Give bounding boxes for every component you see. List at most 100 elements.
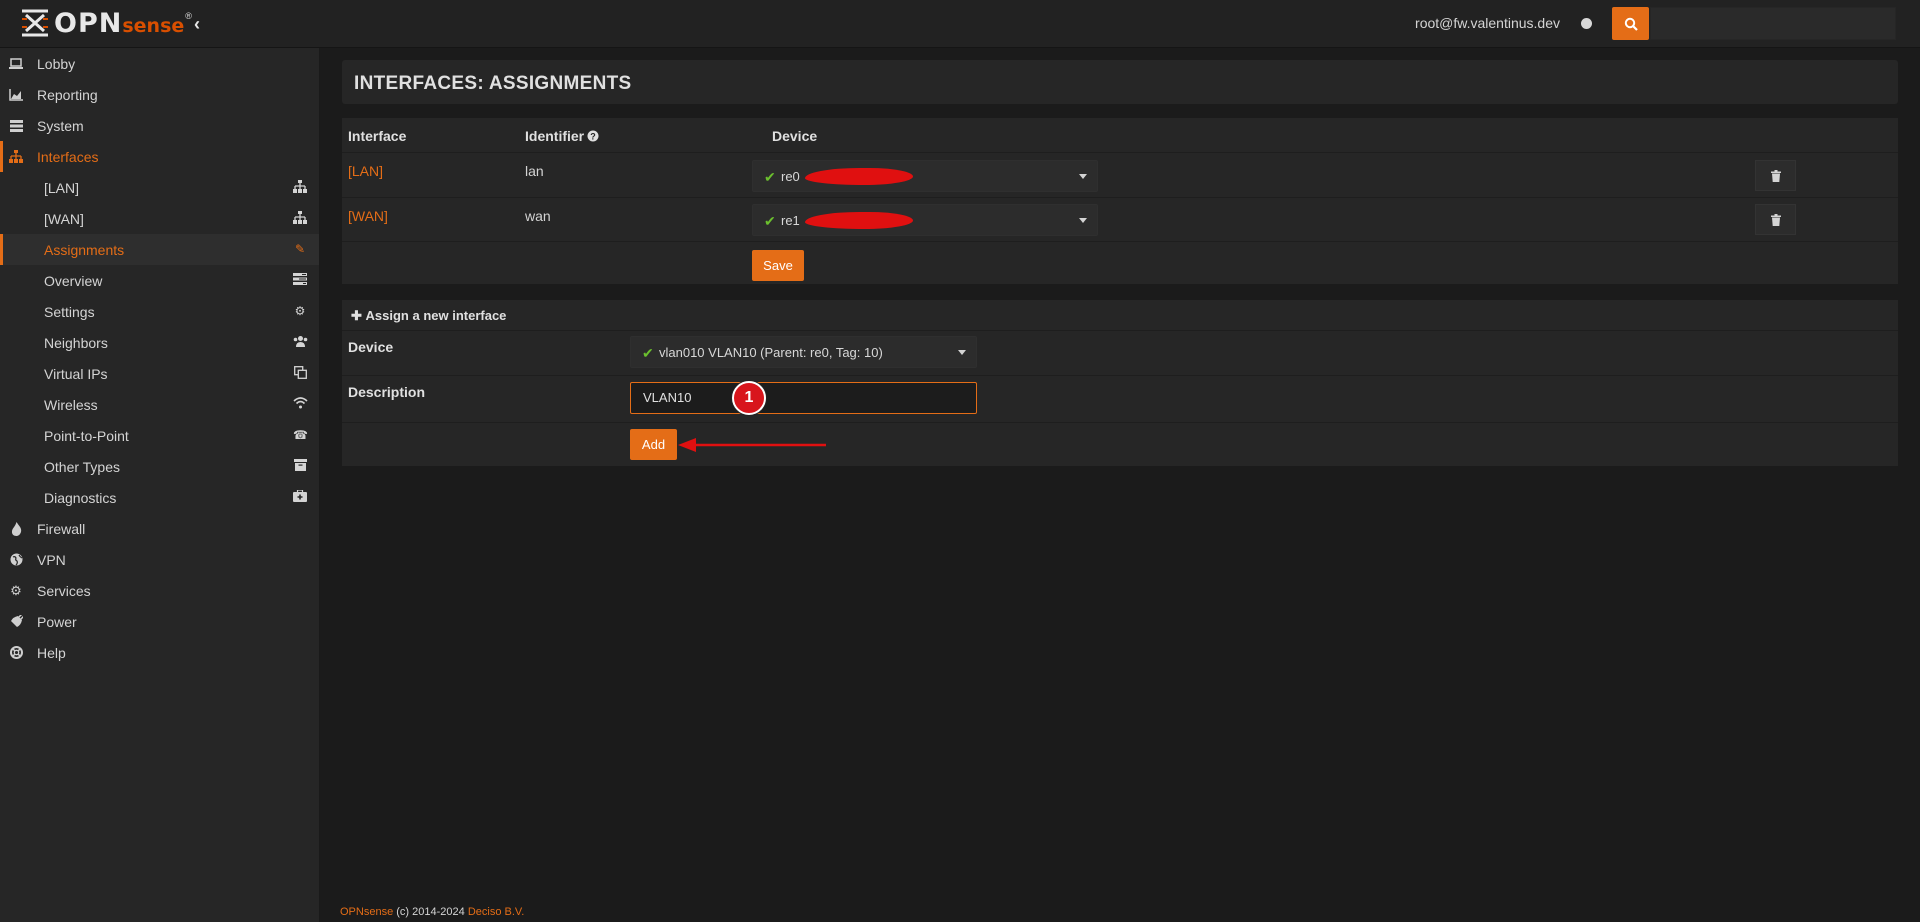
sidebar: Lobby Reporting System Interfaces [LAN] … — [0, 48, 320, 922]
delete-button[interactable] — [1755, 160, 1796, 191]
description-label: Description — [348, 384, 426, 400]
area-chart-icon — [8, 88, 24, 101]
sidebar-item-label: Reporting — [37, 86, 98, 103]
sidebar-subitem-diagnostics[interactable]: Diagnostics — [0, 482, 319, 513]
assign-new-interface-panel: ✚ Assign a new interface Device ✔ vlan01… — [342, 300, 1898, 466]
assignments-table: Interface Identifier ? Device [LAN] lan … — [342, 118, 1898, 284]
sitemap-icon — [293, 211, 307, 227]
sidebar-subitem-wan[interactable]: [WAN] — [0, 203, 319, 234]
laptop-icon — [8, 58, 24, 69]
divider — [342, 375, 1898, 376]
device-select-value: re1 — [781, 213, 800, 228]
identifier-cell: wan — [525, 208, 551, 224]
footer-company-link[interactable]: Deciso B.V. — [468, 906, 524, 918]
chevron-left-icon: ‹ — [194, 14, 200, 34]
caret-down-icon — [958, 350, 966, 355]
opnsense-logo[interactable]: OPN sense ® — [20, 7, 192, 39]
save-button[interactable]: Save — [752, 250, 804, 281]
table-row: Save — [342, 241, 1898, 285]
question-circle-icon[interactable]: ? — [587, 130, 599, 142]
sidebar-subitem-other-types[interactable]: Other Types — [0, 451, 319, 482]
sidebar-item-vpn[interactable]: VPN — [0, 544, 319, 575]
sidebar-subitem-label: Other Types — [44, 458, 121, 475]
logo-subtext: sense — [122, 15, 185, 37]
sitemap-icon — [8, 150, 24, 163]
page-header: INTERFACES: ASSIGNMENTS — [342, 60, 1898, 104]
logo-registered: ® — [185, 11, 192, 21]
sidebar-item-services[interactable]: ⚙ Services — [0, 575, 319, 606]
sidebar-subitem-label: Assignments — [44, 241, 125, 258]
logo-text: OPN — [54, 7, 123, 39]
top-navbar: OPN sense ® ‹ root@fw.valentinus.dev — [0, 0, 1920, 48]
interface-link-lan[interactable]: [LAN] — [348, 163, 383, 179]
sidebar-subitem-lan[interactable]: [LAN] — [0, 172, 319, 203]
sidebar-subitem-point-to-point[interactable]: Point-to-Point ☎ — [0, 420, 319, 451]
globe-icon — [8, 553, 24, 566]
sidebar-subitem-label: Settings — [44, 303, 95, 320]
medkit-icon — [293, 489, 307, 505]
sidebar-item-system[interactable]: System — [0, 110, 319, 141]
fire-icon — [8, 521, 24, 536]
search-button[interactable] — [1612, 7, 1649, 40]
archive-icon — [293, 459, 307, 474]
page-title: INTERFACES: ASSIGNMENTS — [354, 73, 632, 94]
life-ring-icon — [8, 646, 24, 659]
trash-icon — [1770, 169, 1781, 182]
sidebar-subitem-label: [WAN] — [44, 210, 84, 227]
sidebar-item-label: Interfaces — [37, 148, 99, 165]
sidebar-item-reporting[interactable]: Reporting — [0, 79, 319, 110]
footer-copyright: (c) 2014-2024 — [396, 906, 465, 918]
plug-icon — [8, 615, 24, 628]
sitemap-icon — [293, 180, 307, 196]
sidebar-subitem-virtual-ips[interactable]: Virtual IPs — [0, 358, 319, 389]
status-dot-icon[interactable] — [1581, 18, 1592, 29]
wifi-icon — [293, 397, 308, 412]
interface-link-wan[interactable]: [WAN] — [348, 208, 388, 224]
cog-icon: ⚙ — [10, 582, 22, 598]
main-content: INTERFACES: ASSIGNMENTS Interface Identi… — [320, 48, 1920, 922]
panel-header-label: Assign a new interface — [365, 308, 507, 323]
footer-brand-link[interactable]: OPNsense — [340, 906, 393, 918]
sidebar-subitem-label: Wireless — [44, 396, 98, 413]
search-input[interactable] — [1650, 7, 1896, 40]
sidebar-subitem-assignments[interactable]: Assignments ✎ — [0, 234, 319, 265]
svg-text:?: ? — [590, 131, 596, 141]
sidebar-item-firewall[interactable]: Firewall — [0, 513, 319, 544]
sidebar-item-label: Lobby — [37, 55, 76, 72]
tasks-icon — [293, 273, 307, 288]
sidebar-subitem-neighbors[interactable]: Neighbors — [0, 327, 319, 358]
plug-icon: ✔ — [764, 169, 776, 185]
redaction-mark — [805, 168, 913, 185]
sidebar-subitem-label: Virtual IPs — [44, 365, 108, 382]
column-header-identifier: Identifier ? — [525, 128, 599, 144]
panel-header-title: ✚ Assign a new interface — [351, 308, 506, 324]
step-callout-badge: 1 — [732, 381, 766, 415]
sidebar-item-lobby[interactable]: Lobby — [0, 48, 319, 79]
sidebar-subitem-overview[interactable]: Overview — [0, 265, 319, 296]
sidebar-item-power[interactable]: Power — [0, 606, 319, 637]
identifier-cell: lan — [525, 163, 544, 179]
cogs-icon: ⚙ — [294, 304, 306, 318]
delete-button[interactable] — [1755, 204, 1796, 235]
device-select-lan[interactable]: ✔ re0 — [752, 160, 1098, 192]
server-icon — [8, 119, 24, 132]
table-row: [LAN] lan ✔ re0 — [342, 152, 1898, 198]
sidebar-subitem-wireless[interactable]: Wireless — [0, 389, 319, 420]
sidebar-item-label: Firewall — [37, 520, 86, 537]
sidebar-subitem-settings[interactable]: Settings ⚙ — [0, 296, 319, 327]
sidebar-toggle-button[interactable]: ‹ — [194, 14, 200, 35]
sidebar-subitem-label: Diagnostics — [44, 489, 117, 506]
description-input[interactable]: VLAN10 — [630, 382, 977, 414]
search-icon — [1624, 17, 1638, 31]
device-select-new[interactable]: ✔ vlan010 VLAN10 (Parent: re0, Tag: 10) — [630, 336, 977, 368]
sidebar-subitem-label: Overview — [44, 272, 103, 289]
users-icon — [293, 335, 308, 350]
sidebar-item-interfaces[interactable]: Interfaces — [0, 141, 319, 172]
sidebar-subitem-label: Point-to-Point — [44, 427, 129, 444]
device-select-value: vlan010 VLAN10 (Parent: re0, Tag: 10) — [659, 345, 883, 360]
sidebar-item-help[interactable]: Help — [0, 637, 319, 668]
device-select-wan[interactable]: ✔ re1 — [752, 204, 1098, 236]
panel-header: ✚ Assign a new interface — [342, 300, 1898, 331]
add-button[interactable]: Add — [630, 429, 677, 460]
user-label[interactable]: root@fw.valentinus.dev — [1415, 15, 1560, 31]
